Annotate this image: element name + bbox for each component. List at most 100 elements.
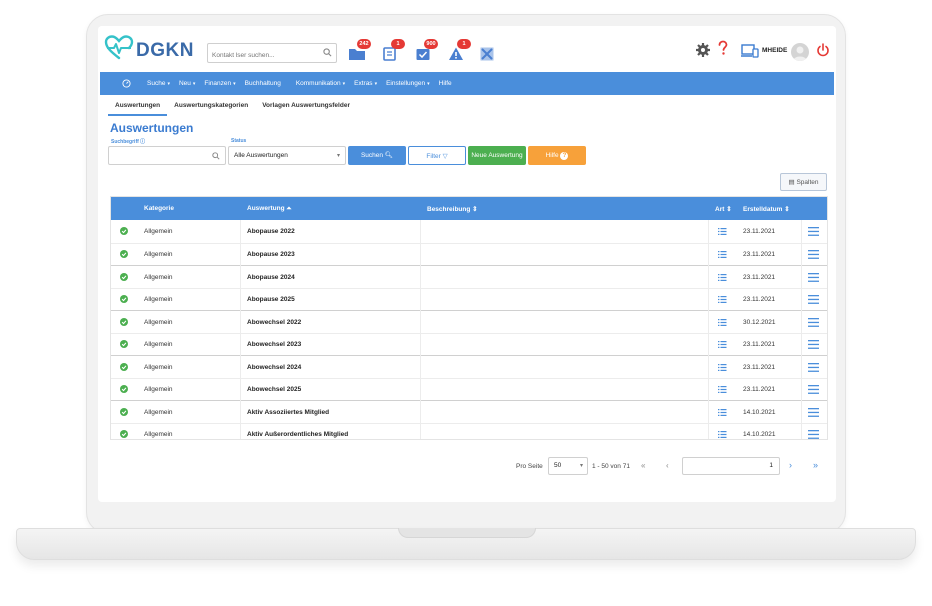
prev-page-icon[interactable]: ‹ bbox=[666, 461, 669, 470]
cell-auswertung[interactable]: Aktiv Assoziiertes Mitglied bbox=[247, 409, 329, 416]
th-art[interactable]: Art ⇕ bbox=[715, 205, 732, 213]
cell-auswertung[interactable]: Abopause 2025 bbox=[247, 296, 295, 303]
th-erstelldatum[interactable]: Erstelldatum ⇕ bbox=[743, 205, 790, 213]
table-row[interactable]: Allgemein Abopause 2023 23.11.2021 bbox=[111, 242, 827, 265]
menu-icon[interactable] bbox=[808, 227, 819, 236]
last-page-icon[interactable]: » bbox=[813, 460, 818, 470]
nav-einstellungen[interactable]: Einstellungen ▾ bbox=[386, 80, 430, 87]
table-row[interactable]: Allgemein Abopause 2024 23.11.2021 bbox=[111, 265, 827, 288]
cell-auswertung[interactable]: Abopause 2024 bbox=[247, 274, 295, 281]
tools-button[interactable] bbox=[479, 44, 499, 62]
check-circle-icon bbox=[120, 273, 128, 281]
crossed-tools-icon bbox=[480, 47, 494, 61]
nav-suche[interactable]: Suche ▾ bbox=[147, 80, 170, 87]
cell-auswertung[interactable]: Abowechsel 2022 bbox=[247, 319, 301, 326]
search-icon[interactable] bbox=[323, 48, 332, 57]
cell-erstelldatum: 23.11.2021 bbox=[743, 295, 776, 303]
col-divider bbox=[240, 220, 241, 439]
table-row[interactable]: Allgemein Abowechsel 2024 23.11.2021 bbox=[111, 355, 827, 378]
suchbegriff-input[interactable] bbox=[108, 146, 226, 165]
columns-button[interactable]: ▤ Spalten bbox=[780, 173, 827, 191]
cell-auswertung[interactable]: Abopause 2023 bbox=[247, 251, 295, 258]
sort-icon: ⇕ bbox=[726, 206, 732, 213]
warnings-notification[interactable]: 1 bbox=[448, 39, 471, 62]
nav-hilfe[interactable]: Hilfe bbox=[439, 80, 452, 87]
menu-icon[interactable] bbox=[808, 408, 819, 417]
tab-auswertungskategorien[interactable]: Auswertungskategorien bbox=[167, 98, 255, 116]
heart-pulse-icon bbox=[104, 35, 134, 60]
menu-icon[interactable] bbox=[808, 429, 819, 439]
calendar-notification[interactable]: 900 bbox=[415, 39, 438, 62]
status-select[interactable]: Alle Auswertungen ▾ bbox=[228, 146, 346, 165]
contact-search-box[interactable] bbox=[207, 43, 337, 65]
menu-icon[interactable] bbox=[808, 273, 819, 282]
menu-icon[interactable] bbox=[808, 363, 819, 372]
menu-icon[interactable] bbox=[808, 339, 819, 349]
table-header: Kategorie Auswertung ⏶ Beschreibung ⇕ Ar… bbox=[111, 197, 827, 220]
logo[interactable]: DGKN bbox=[104, 34, 194, 62]
per-page-label: Pro Seite bbox=[516, 463, 543, 470]
nav-buchhaltung[interactable]: Buchhaltung bbox=[245, 80, 281, 87]
folder-notification[interactable]: 242 bbox=[348, 39, 371, 62]
list-icon bbox=[718, 250, 727, 258]
laptop-notch bbox=[398, 528, 536, 538]
tab-auswertungen[interactable]: Auswertungen bbox=[108, 98, 168, 116]
menu-icon[interactable] bbox=[808, 384, 819, 394]
table-row[interactable]: Allgemein Abopause 2022 23.11.2021 bbox=[111, 220, 827, 243]
tasks-notification[interactable]: 1 bbox=[382, 39, 405, 62]
th-beschreibung[interactable]: Beschreibung ⇕ bbox=[427, 205, 478, 213]
col-divider bbox=[801, 220, 802, 439]
avatar[interactable] bbox=[791, 43, 809, 61]
first-page-icon[interactable]: « bbox=[641, 461, 645, 470]
th-kategorie[interactable]: Kategorie bbox=[144, 205, 174, 212]
menu-icon[interactable] bbox=[808, 294, 819, 304]
cell-auswertung[interactable]: Aktiv Außerordentliches Mitglied bbox=[247, 431, 348, 438]
cell-auswertung[interactable]: Abopause 2022 bbox=[247, 228, 295, 235]
row-divider bbox=[111, 310, 827, 311]
table-row[interactable]: Allgemein Abowechsel 2025 23.11.2021 bbox=[111, 377, 827, 400]
cell-kategorie: Allgemein bbox=[144, 295, 173, 303]
app-screen: DGKN 242 1 900 1 bbox=[98, 26, 836, 502]
columns-icon: ▤ bbox=[788, 179, 795, 186]
cell-auswertung[interactable]: Abowechsel 2024 bbox=[247, 364, 301, 371]
check-circle-icon bbox=[120, 227, 128, 235]
logout-button[interactable] bbox=[816, 43, 830, 62]
next-page-icon[interactable]: › bbox=[789, 460, 792, 470]
cell-auswertung[interactable]: Abowechsel 2025 bbox=[247, 386, 301, 393]
menu-icon[interactable] bbox=[808, 249, 819, 259]
settings-button[interactable] bbox=[696, 43, 710, 62]
dashboard-icon[interactable] bbox=[122, 79, 131, 88]
table-row[interactable]: Allgemein Abowechsel 2022 30.12.2021 bbox=[111, 310, 827, 333]
devices-button[interactable] bbox=[741, 44, 759, 63]
nav-kommunikation[interactable]: Kommunikation ▾ bbox=[296, 80, 345, 87]
new-evaluation-button[interactable]: Neue Auswertung bbox=[468, 146, 526, 165]
filter-button[interactable]: Filter ▽ bbox=[408, 146, 466, 165]
menu-icon[interactable] bbox=[808, 318, 819, 327]
cell-auswertung[interactable]: Abowechsel 2023 bbox=[247, 341, 301, 348]
nav-extras[interactable]: Extras ▾ bbox=[354, 80, 377, 87]
nav-finanzen[interactable]: Finanzen ▾ bbox=[204, 80, 235, 87]
help-button[interactable] bbox=[717, 40, 729, 61]
th-auswertung[interactable]: Auswertung ⏶ bbox=[247, 205, 292, 213]
filter-icon: ▽ bbox=[442, 153, 448, 160]
nav-neu[interactable]: Neu ▾ bbox=[179, 80, 195, 87]
tab-vorlagen-auswertungsfelder[interactable]: Vorlagen Auswertungsfelder bbox=[255, 98, 357, 116]
user-name[interactable]: MHEIDE bbox=[762, 47, 787, 54]
page-range: 1 - 50 von 71 bbox=[592, 463, 630, 470]
table-row[interactable]: Allgemein Abowechsel 2023 23.11.2021 bbox=[111, 332, 827, 355]
search-button[interactable]: Suchen 🔍︎ bbox=[348, 146, 406, 165]
question-icon bbox=[718, 40, 728, 55]
logo-text: DGKN bbox=[136, 40, 194, 61]
contact-search-input[interactable] bbox=[208, 46, 318, 65]
devices-icon bbox=[741, 44, 759, 58]
search-icon: 🔍︎ bbox=[384, 152, 394, 159]
per-page-select[interactable]: 50 ▾ bbox=[548, 457, 588, 475]
page-number-input[interactable]: 1 bbox=[682, 457, 780, 475]
cell-erstelldatum: 30.12.2021 bbox=[743, 319, 776, 326]
row-divider bbox=[111, 332, 827, 334]
sort-icon: ⇕ bbox=[784, 206, 790, 213]
help-orange-button[interactable]: Hilfe ? bbox=[528, 146, 586, 165]
table-row[interactable]: Allgemein Aktiv Assoziiertes Mitglied 14.1… bbox=[111, 400, 827, 423]
table-row[interactable]: Allgemein Abopause 2025 23.11.2021 bbox=[111, 287, 827, 310]
table-row[interactable]: Allgemein Aktiv Außerordentliches Mitglie… bbox=[111, 422, 827, 439]
